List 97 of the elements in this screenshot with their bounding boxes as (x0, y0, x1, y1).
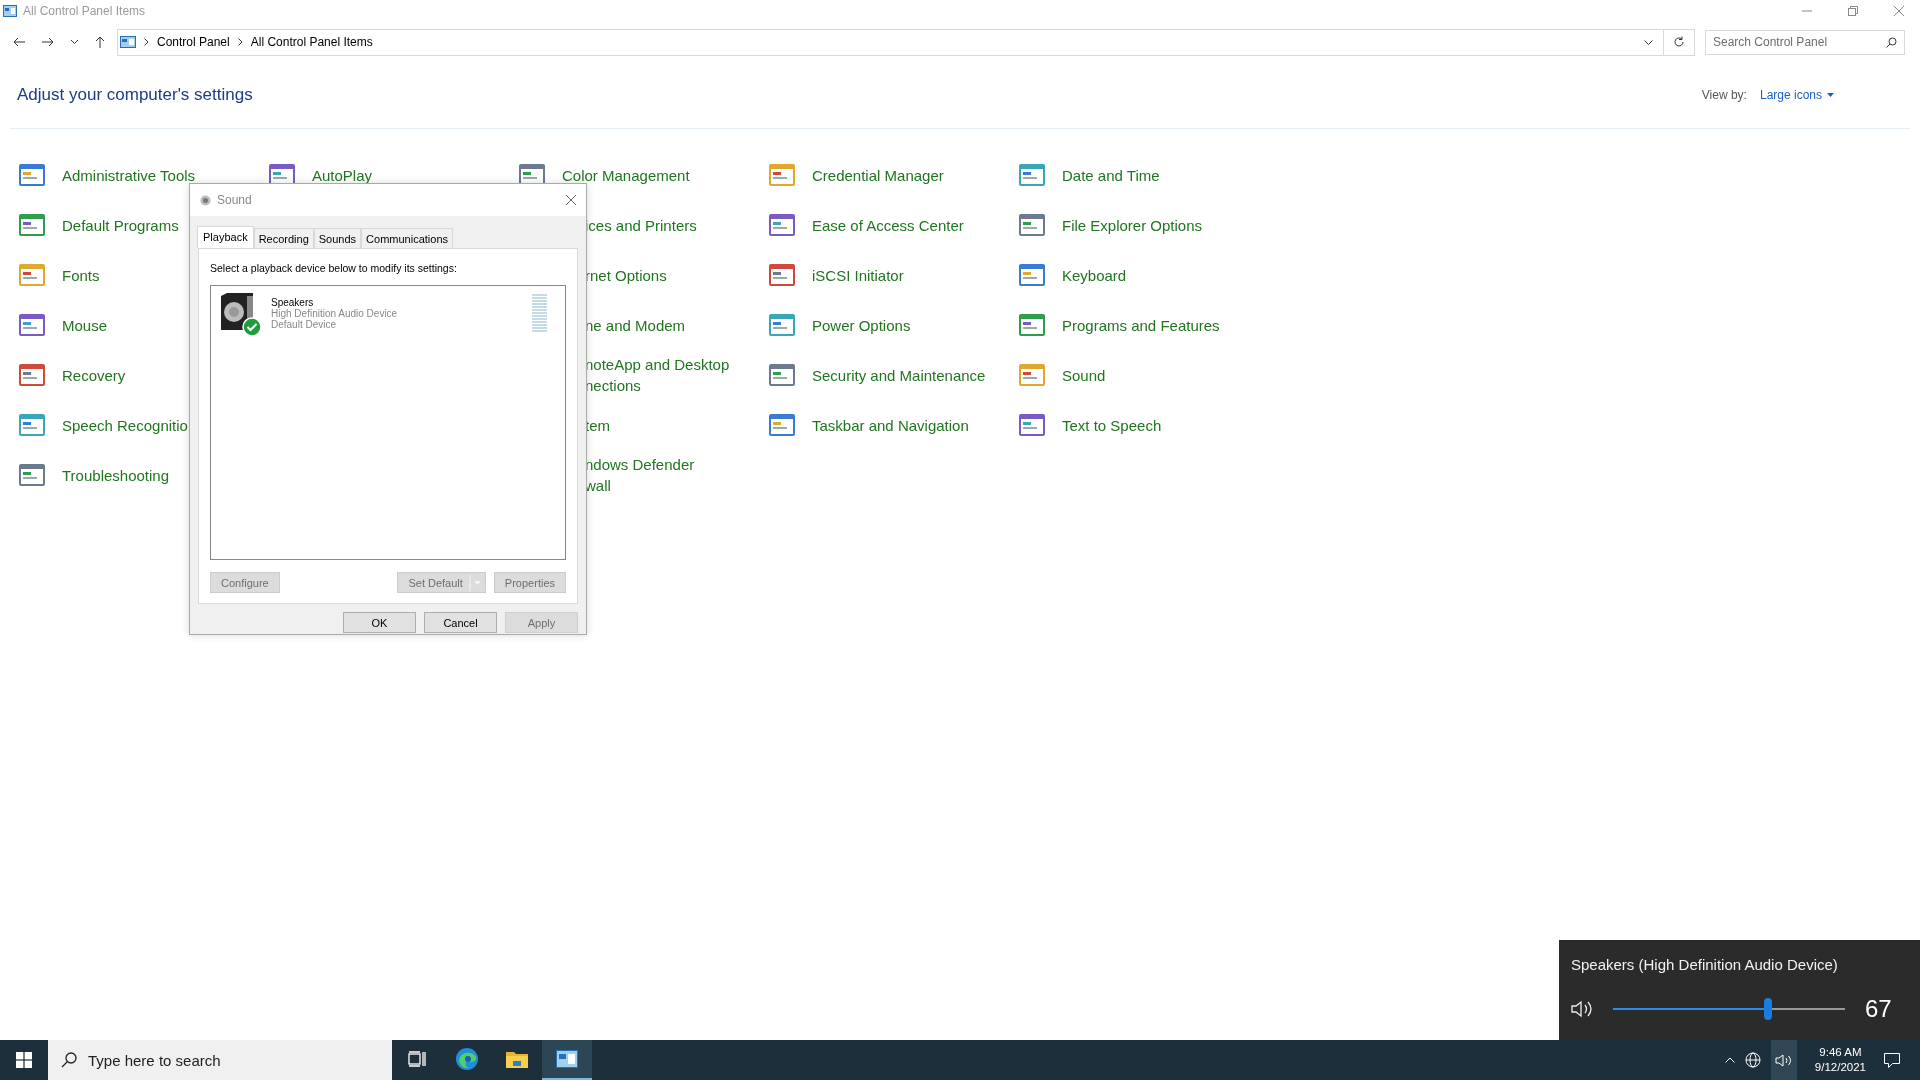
applet-link[interactable]: Recovery (62, 364, 126, 386)
applet-link[interactable]: Troubleshooting (62, 464, 169, 486)
applet-link[interactable]: Taskbar and Navigation (812, 414, 969, 436)
instruction-text: Select a playback device below to modify its settings: (210, 262, 458, 274)
window-icon (1018, 161, 1048, 189)
applet-link[interactable]: Keyboard (1062, 264, 1127, 286)
window-icon (18, 411, 48, 439)
device-description: High Definition Audio Device (271, 308, 398, 319)
clock-time: 9:46 AM (1819, 1045, 1862, 1060)
applet-link[interactable]: Mouse (62, 314, 108, 336)
window-title: All Control Panel Items (23, 4, 146, 18)
window-icon (1018, 211, 1048, 239)
device-status: Default Device (271, 319, 338, 330)
applet-link[interactable]: Color Management (562, 164, 690, 186)
chevron-up-icon[interactable] (1724, 1057, 1735, 1063)
refresh-icon (1673, 36, 1685, 48)
breadcrumb[interactable]: Control Panel (157, 35, 230, 49)
window-icon (768, 411, 798, 439)
dialog-button[interactable]: Cancel (424, 612, 497, 633)
search-icon (1886, 36, 1897, 48)
applet-link[interactable]: Power Options (812, 314, 911, 336)
search-icon (61, 1052, 77, 1068)
folder-icon (506, 1050, 528, 1068)
applet-link[interactable]: Text to Speech (1062, 414, 1162, 436)
device-name: Speakers (271, 297, 314, 308)
close-icon[interactable] (1894, 6, 1904, 16)
applet-link[interactable]: Fonts (62, 264, 100, 286)
chevron-down-icon[interactable] (71, 40, 78, 44)
window-icon (768, 211, 798, 239)
control-panel-icon (556, 1050, 578, 1068)
taskbar-search-field[interactable]: Type here to search (48, 1040, 392, 1080)
window-icon (768, 311, 798, 339)
window-icon (768, 161, 798, 189)
applet-link[interactable]: Speech Recognitio (62, 414, 188, 436)
applet-link[interactable]: Security and Maintenance (812, 364, 986, 386)
restore-icon[interactable] (1848, 6, 1858, 16)
applet-link[interactable]: Ease of Access Center (812, 214, 964, 236)
window-icon (1018, 411, 1048, 439)
applet-link[interactable]: File Explorer Options (1062, 214, 1203, 236)
refresh-button[interactable] (1664, 28, 1695, 56)
chevron-right-icon (237, 38, 243, 46)
taskbar-app-button[interactable] (542, 1040, 592, 1080)
dialog-button[interactable]: OK (343, 612, 416, 633)
window-icon (18, 361, 48, 389)
tab[interactable]: Playback (197, 226, 254, 248)
control-panel-icon (3, 5, 17, 17)
clock-date: 9/12/2021 (1814, 1060, 1866, 1075)
chevron-down-icon[interactable] (1644, 39, 1653, 45)
applet-link[interactable]: Default Programs (62, 214, 179, 236)
device-name: Speakers (High Definition Audio Device) (1571, 956, 1839, 973)
windows-logo-icon (16, 1052, 32, 1068)
volume-slider[interactable] (1613, 998, 1845, 1020)
window-icon (1018, 311, 1048, 339)
window-icon (18, 261, 48, 289)
device-item[interactable]: Speakers High Definition Audio Device Default Device (211, 286, 565, 338)
applet-link[interactable]: Credential Manager (812, 164, 944, 186)
chevron-right-icon (144, 38, 149, 46)
applet-link[interactable]: Administrative Tools (62, 164, 196, 186)
level-meter-icon (532, 294, 547, 334)
clock[interactable]: 9:46 AM 9/12/2021 (1806, 1045, 1874, 1075)
window-icon (18, 311, 48, 339)
volume-tray-button[interactable] (1770, 1040, 1797, 1080)
breadcrumb[interactable]: All Control Panel Items (250, 35, 373, 49)
address-bar[interactable]: Control Panel All Control Panel Items (117, 28, 1664, 56)
tab[interactable]: Sounds (313, 228, 362, 248)
control-panel-icon (120, 36, 136, 48)
applet-link[interactable]: Sound (1062, 364, 1106, 386)
applet-link[interactable]: Programs and Features (1062, 314, 1220, 336)
window-icon (768, 361, 798, 389)
window-icon (1018, 361, 1048, 389)
dialog-title: Sound (217, 193, 252, 207)
notification-icon[interactable] (1884, 1052, 1900, 1068)
window-icon (18, 211, 48, 239)
view-by-label: View by: (1701, 88, 1747, 102)
close-icon[interactable] (566, 195, 576, 205)
browser-icon (455, 1047, 479, 1071)
page-heading: Adjust your computer's settings (17, 85, 253, 105)
slider-thumb[interactable] (1764, 998, 1773, 1020)
globe-icon[interactable] (1744, 1052, 1761, 1068)
back-arrow-icon[interactable] (13, 37, 25, 47)
window-icon (768, 261, 798, 289)
view-by-dropdown[interactable]: Large icons (1759, 88, 1834, 102)
applet-link[interactable]: Date and Time (1062, 164, 1160, 186)
applet-link[interactable]: iSCSI Initiator (812, 264, 904, 286)
volume-reading: 67 (1865, 995, 1892, 1023)
forward-arrow-icon[interactable] (42, 37, 54, 47)
tab[interactable]: Communications (361, 228, 453, 248)
search-field[interactable]: Search Control Panel (1705, 29, 1905, 55)
task-view-icon (408, 1051, 426, 1067)
window-icon (18, 461, 48, 489)
window-icon (1018, 261, 1048, 289)
applet-link[interactable]: AutoPlay (312, 164, 373, 186)
applet-link[interactable]: noteApp and Desktop nections (585, 354, 730, 396)
tab[interactable]: Recording (253, 228, 314, 248)
up-arrow-icon[interactable] (95, 36, 105, 48)
window-icon (18, 161, 48, 189)
caret-icon (1827, 93, 1834, 97)
